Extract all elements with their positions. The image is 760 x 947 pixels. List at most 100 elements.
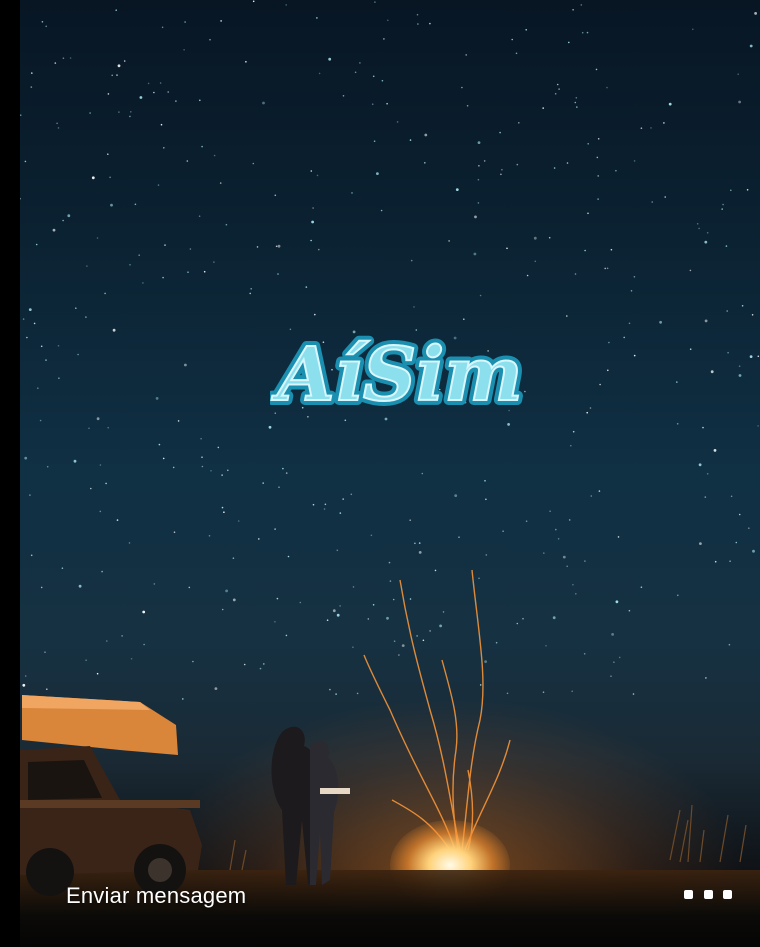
send-message-input[interactable]: Enviar mensagem <box>66 883 246 909</box>
star <box>26 336 28 339</box>
star <box>615 169 617 172</box>
star <box>105 482 107 485</box>
star <box>424 133 428 137</box>
star <box>262 482 264 484</box>
star <box>310 239 312 242</box>
star <box>511 38 513 41</box>
star <box>525 29 527 31</box>
star <box>738 365 741 368</box>
star <box>130 658 133 660</box>
star <box>606 86 608 89</box>
star <box>705 677 707 679</box>
star <box>20 114 22 116</box>
star <box>227 469 229 472</box>
star <box>386 102 388 105</box>
star <box>557 538 560 540</box>
star <box>160 123 163 126</box>
star <box>262 101 265 105</box>
star <box>115 9 117 11</box>
star <box>633 160 636 162</box>
star <box>581 31 584 34</box>
ellipsis-icon <box>684 889 693 899</box>
star <box>39 419 42 422</box>
star <box>752 549 755 553</box>
star <box>738 374 742 377</box>
star <box>139 96 143 99</box>
star <box>633 354 636 357</box>
star <box>587 212 589 215</box>
star <box>277 273 279 275</box>
star <box>30 86 33 88</box>
star <box>651 201 653 203</box>
left-margin <box>0 0 20 947</box>
star <box>110 203 113 207</box>
star <box>232 557 235 559</box>
star <box>429 22 431 25</box>
star <box>259 667 262 670</box>
star <box>130 111 132 113</box>
star <box>590 495 593 497</box>
star <box>704 496 707 498</box>
star <box>20 197 21 200</box>
star <box>549 510 551 512</box>
star <box>713 449 717 452</box>
star <box>417 23 419 25</box>
star <box>613 661 615 663</box>
star <box>138 254 140 256</box>
star <box>448 240 450 242</box>
star <box>162 457 165 460</box>
star <box>96 672 99 675</box>
star <box>323 508 326 510</box>
star <box>252 162 255 165</box>
star <box>566 315 568 317</box>
star <box>466 105 469 107</box>
star <box>722 203 724 206</box>
star <box>633 276 636 278</box>
star <box>245 61 247 63</box>
star <box>147 82 150 85</box>
star <box>618 656 621 659</box>
star <box>129 115 131 118</box>
star <box>746 189 749 191</box>
star <box>249 292 251 295</box>
star <box>689 348 692 351</box>
star <box>213 154 216 157</box>
star <box>506 247 508 250</box>
more-options-button[interactable] <box>684 884 732 904</box>
star <box>250 288 252 290</box>
star <box>73 459 77 463</box>
star <box>184 21 186 23</box>
star <box>285 472 288 474</box>
star <box>52 228 56 232</box>
star <box>208 535 211 537</box>
star <box>628 322 631 325</box>
star <box>554 93 557 95</box>
star <box>90 487 92 490</box>
star <box>173 531 176 533</box>
star <box>155 397 159 400</box>
star <box>199 99 201 102</box>
star <box>387 19 389 22</box>
logo-text: AíSim <box>271 332 522 418</box>
star <box>610 675 612 677</box>
star <box>568 41 570 44</box>
star <box>277 244 281 248</box>
star <box>696 223 699 225</box>
star <box>623 336 625 339</box>
star <box>572 430 575 433</box>
star <box>692 28 694 31</box>
star <box>243 663 246 666</box>
star <box>339 605 341 607</box>
star <box>24 160 27 163</box>
story-viewer[interactable]: AíSim AíSim Enviar mensagem <box>20 0 760 947</box>
star <box>175 100 177 102</box>
star <box>88 427 90 430</box>
star <box>610 248 613 251</box>
star <box>157 184 160 186</box>
star <box>597 138 600 140</box>
star <box>568 519 571 521</box>
star <box>477 141 481 145</box>
star <box>221 474 223 476</box>
star <box>706 232 709 234</box>
star <box>714 560 717 563</box>
